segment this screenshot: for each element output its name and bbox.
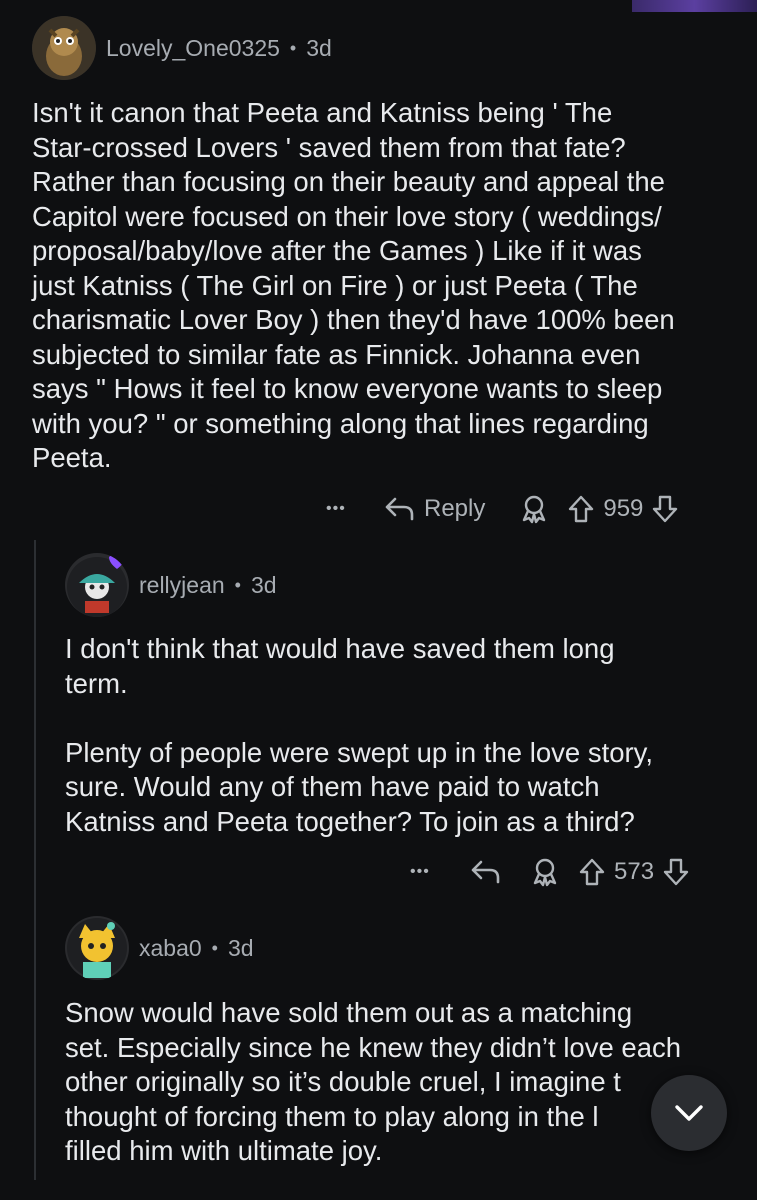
username[interactable]: rellyjean [139,572,225,599]
comment-body: Snow would have sold them out as a match… [65,997,682,1166]
avatar[interactable] [65,553,129,617]
award-icon [533,858,557,887]
reply-button[interactable]: Reply [384,495,485,523]
reply-icon [471,860,500,884]
award-button[interactable] [519,494,549,524]
timestamp: 3d [250,571,277,598]
downvote-icon[interactable] [651,494,679,524]
reply-label: Reply [424,495,486,522]
comment-body: I don't think that would have saved them… [65,633,654,837]
avatar[interactable] [65,916,129,980]
more-icon: ••• [410,863,430,880]
downvote-icon[interactable] [662,857,690,887]
username[interactable]: xaba0 [139,935,202,962]
timestamp: 3d [306,34,332,61]
top-edge-strip [632,0,757,12]
vote-group: 959 [567,494,679,524]
more-button[interactable]: ••• [410,863,456,881]
scroll-down-button[interactable] [651,1075,727,1151]
reply-button[interactable] [470,858,502,886]
comment-header: Lovely_One0325 • 3d [32,16,332,80]
award-icon [523,495,546,524]
upvote-icon[interactable] [567,494,595,524]
vote-score: 573 [614,858,655,885]
comment-actions: ••• 573 [410,852,690,892]
vote-score: 959 [603,495,644,522]
award-button[interactable] [530,857,560,887]
separator-dot: • [289,37,297,58]
thread-line[interactable] [34,540,36,1180]
comment-actions: ••• Reply 959 [326,489,679,529]
timestamp: 3d [227,934,254,961]
comment-header: rellyjean • 3d [65,553,277,617]
comment-body: Isn't it canon that Peeta and Katniss be… [32,97,675,473]
more-button[interactable]: ••• [326,500,372,518]
username[interactable]: Lovely_One0325 [106,35,280,62]
separator-dot: • [234,574,241,595]
upvote-icon[interactable] [578,857,606,887]
more-icon: ••• [326,500,346,517]
comment-header: xaba0 • 3d [65,916,254,980]
avatar[interactable] [32,16,96,80]
reply-icon [385,497,414,521]
chevron-down-icon [675,1105,703,1121]
vote-group: 573 [578,857,690,887]
separator-dot: • [211,937,218,958]
